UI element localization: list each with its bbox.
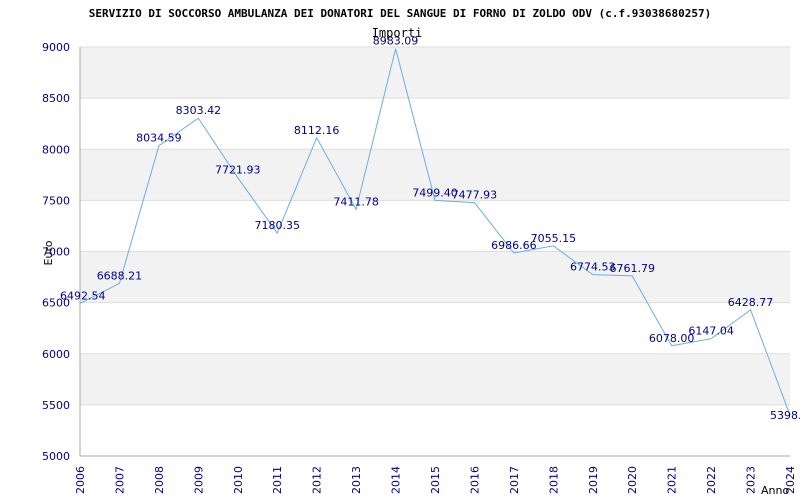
y-tick-label: 8000 [42,143,70,156]
x-tick-label: 2017 [508,466,521,494]
plot-band [80,251,790,303]
x-tick-labels: 2006 2007 2008 2009 2010 2011 2012 2013 2014 2015… [74,466,797,494]
y-tick-label: 9000 [42,41,70,54]
data-label: 8303.42 [176,104,222,117]
x-tick-label: 2011 [271,466,284,494]
y-tick-label: 8500 [42,92,70,105]
x-tick-label: 2014 [390,466,403,494]
x-tick-label: 2018 [547,466,560,494]
x-tick-label: 2007 [113,466,126,494]
x-tick-label: 2009 [192,466,205,494]
data-label: 7180.35 [254,219,300,232]
data-label: 8112.16 [294,124,340,137]
x-tick-label: 2021 [666,466,679,494]
x-tick-label: 2015 [429,466,442,494]
line-chart: 500055006000650070007500800085009000 200… [42,7,800,497]
data-label: 7721.93 [215,164,261,177]
data-label: 5398.6 [770,409,800,422]
x-tick-label: 2016 [468,466,481,494]
x-tick-label: 2010 [232,466,245,494]
y-axis-label: Euro [42,240,55,265]
data-label: 7055.15 [531,232,577,245]
x-tick-label: 2006 [74,466,87,494]
y-tick-label: 5500 [42,399,70,412]
x-tick-label: 2022 [705,466,718,494]
plot-band [80,47,790,99]
y-tick-label: 6000 [42,348,70,361]
x-axis-label: Anno [761,484,789,497]
series-name-label: Importi [372,26,423,40]
x-tick-label: 2012 [311,466,324,494]
data-label: 6492.54 [60,289,106,302]
x-tick-label: 2023 [745,466,758,494]
data-label: 6688.21 [97,269,143,282]
data-label: 6428.77 [728,296,774,309]
data-label: 6761.79 [609,262,655,275]
data-label: 8034.59 [136,132,182,145]
x-tick-label: 2020 [626,466,639,494]
y-tick-label: 5000 [42,450,70,463]
plot-bands [80,47,790,405]
data-label: 7477.93 [452,189,498,202]
chart-title: SERVIZIO DI SOCCORSO AMBULANZA DEI DONAT… [89,7,712,20]
y-tick-label: 7500 [42,194,70,207]
data-label: 7411.78 [333,195,379,208]
x-tick-label: 2019 [587,466,600,494]
x-tick-label: 2008 [153,466,166,494]
x-tick-label: 2013 [350,466,363,494]
plot-band [80,353,790,405]
data-label: 6147.04 [688,325,734,338]
